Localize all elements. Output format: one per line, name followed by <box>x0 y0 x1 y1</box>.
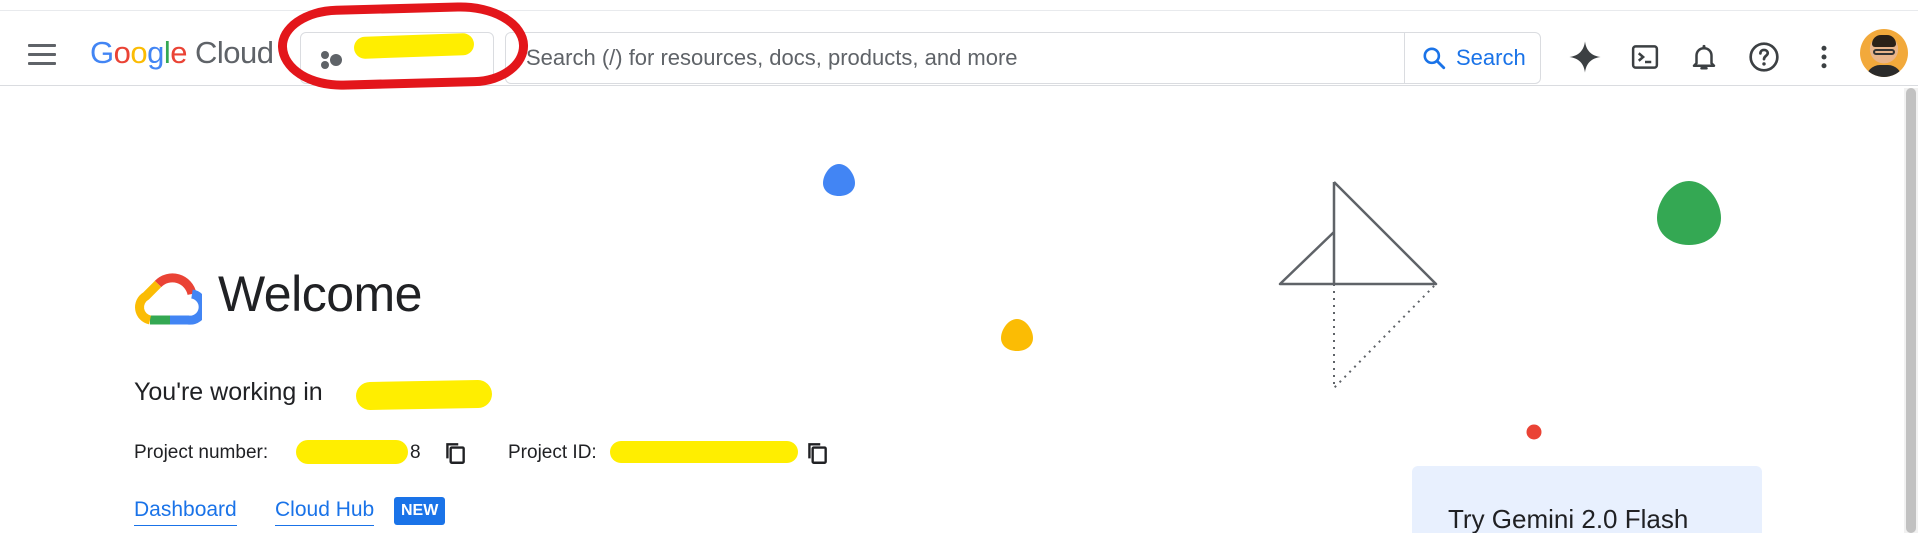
search-button-label: Search <box>1456 45 1526 70</box>
blue-blob-decoration <box>823 164 855 196</box>
redaction-mark <box>353 32 475 60</box>
search-bar: Search <box>505 32 1541 84</box>
more-vert-icon[interactable] <box>1802 35 1846 79</box>
yellow-blob-decoration <box>1001 319 1033 351</box>
copy-project-number-icon[interactable] <box>442 440 468 466</box>
redaction-mark <box>610 441 798 463</box>
project-dots-icon <box>321 49 345 69</box>
copy-project-id-icon[interactable] <box>804 440 830 466</box>
google-cloud-logo-icon <box>135 273 202 325</box>
logo-google-text: Google <box>90 35 188 70</box>
project-id-label: Project ID: <box>508 442 597 463</box>
google-cloud-logo[interactable]: Google Cloud <box>90 33 274 73</box>
gemini-card-title: Try Gemini 2.0 Flash <box>1448 504 1689 533</box>
redaction-mark <box>355 379 493 411</box>
scrollbar-thumb[interactable] <box>1906 88 1916 533</box>
dashboard-link[interactable]: Dashboard <box>134 498 237 526</box>
notifications-bell-icon[interactable] <box>1682 35 1726 79</box>
cloud-shell-terminal-icon[interactable] <box>1623 35 1667 79</box>
search-button[interactable]: Search <box>1404 33 1541 83</box>
page-title: Welcome <box>218 266 422 322</box>
project-number-label: Project number: <box>134 442 269 463</box>
paper-plane-illustration <box>1278 181 1438 391</box>
working-in-label: You're working in <box>134 378 323 406</box>
avatar[interactable] <box>1860 29 1908 77</box>
logo-cloud-text: Cloud <box>195 35 274 70</box>
help-icon[interactable] <box>1742 35 1786 79</box>
green-blob-decoration <box>1657 181 1721 245</box>
top-bar: Google Cloud Search <box>0 10 1918 86</box>
new-badge: NEW <box>394 497 446 525</box>
red-dot-decoration <box>1526 424 1542 440</box>
gemini-sparkle-icon[interactable] <box>1563 35 1607 79</box>
cloud-hub-link[interactable]: Cloud Hub <box>275 498 375 526</box>
menu-icon[interactable] <box>22 35 62 75</box>
project-number-value: 8 <box>410 442 421 463</box>
search-input[interactable] <box>526 41 1386 75</box>
gemini-promo-card[interactable]: Try Gemini 2.0 Flash <box>1412 466 1762 533</box>
redaction-mark <box>296 440 408 464</box>
search-icon <box>1423 47 1446 70</box>
